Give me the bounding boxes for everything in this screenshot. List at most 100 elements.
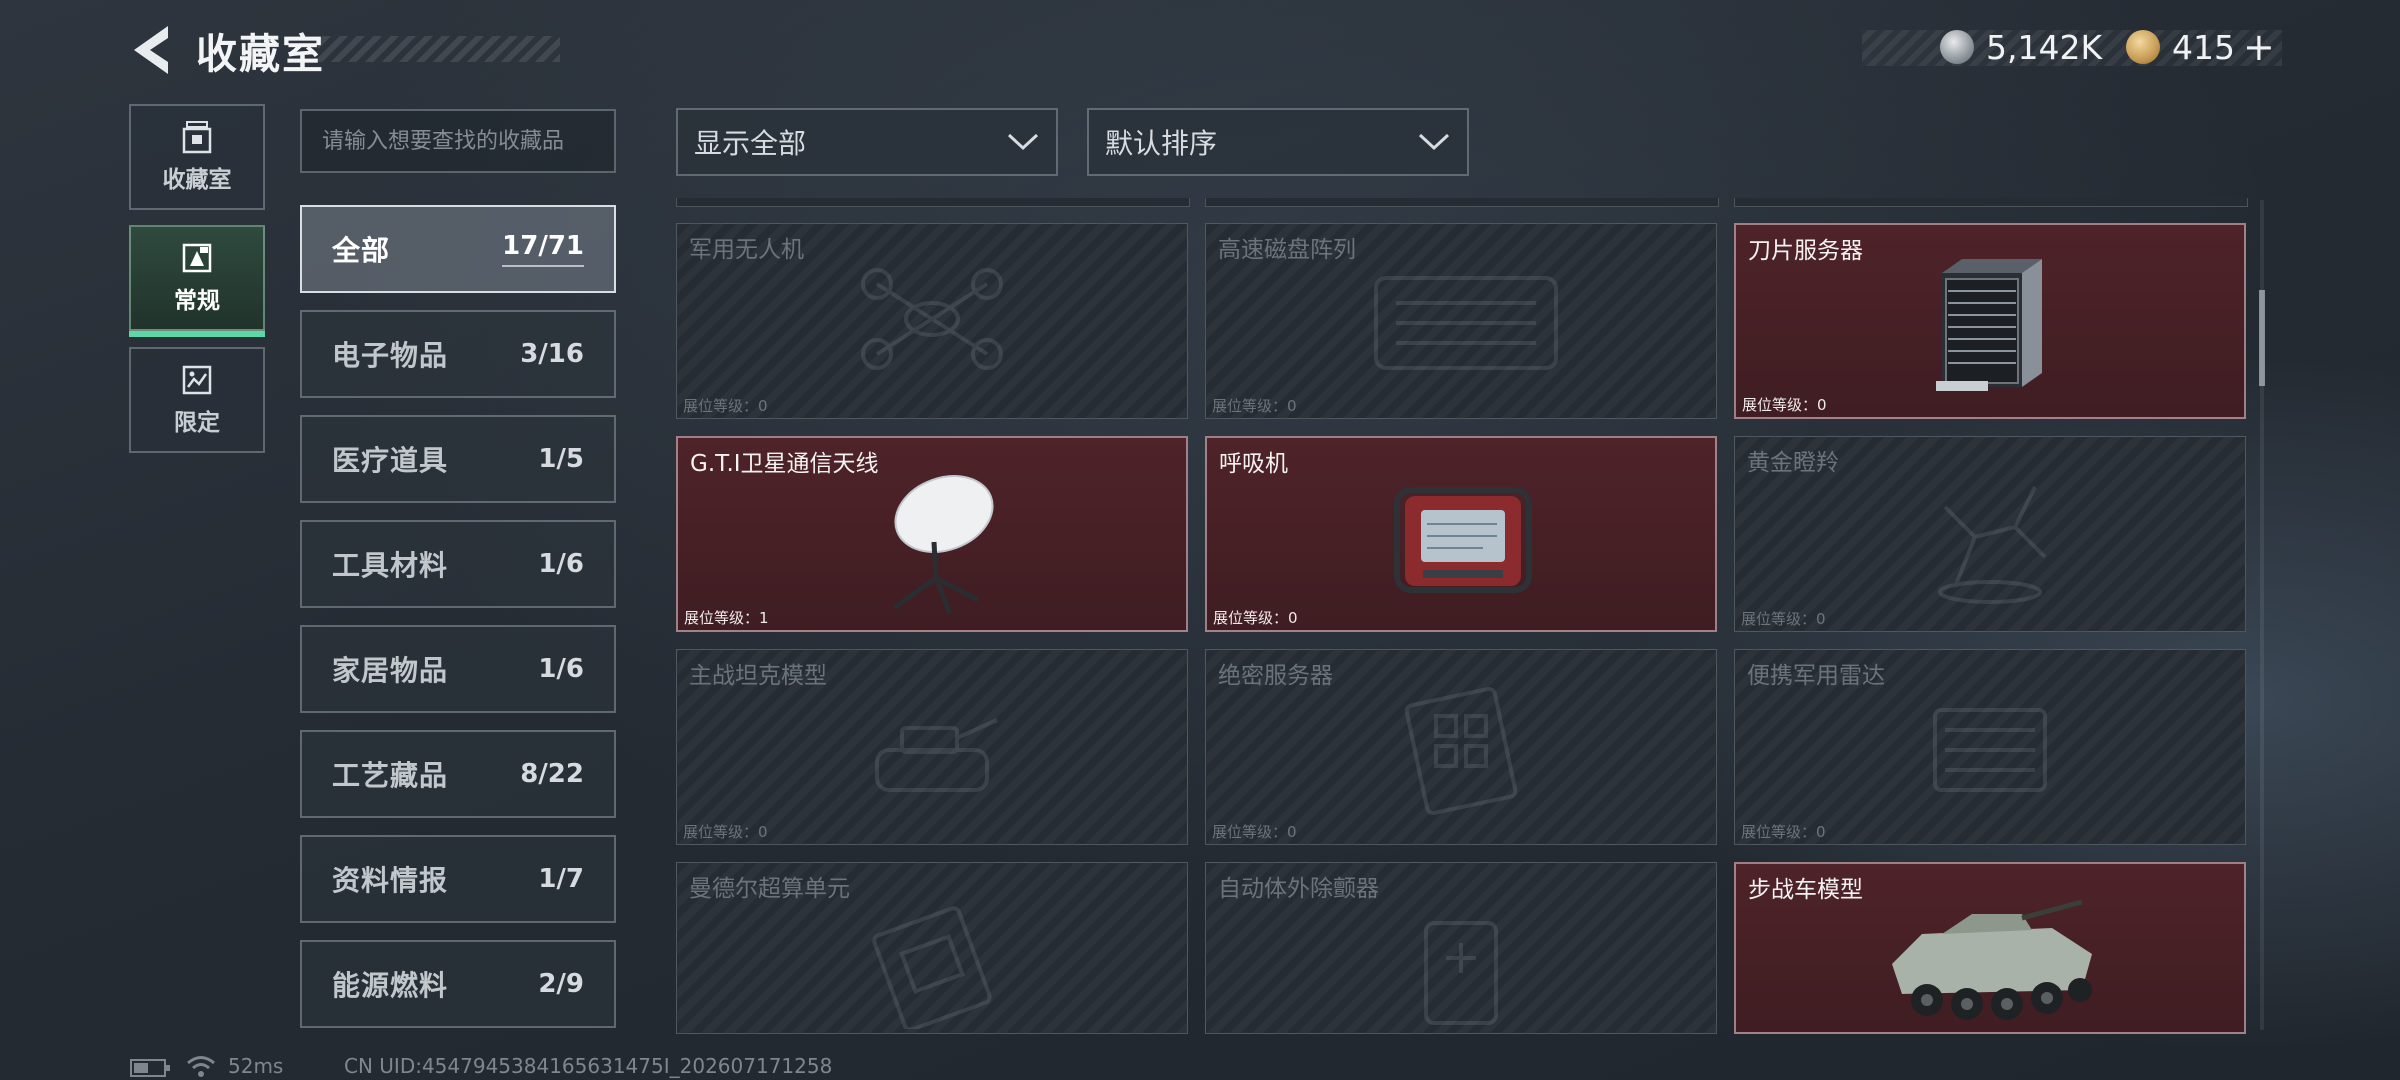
item-card-portable-radar[interactable]: 便携军用雷达 展位等级：0 <box>1734 649 2246 845</box>
category-medical[interactable]: 医疗道具 1/5 <box>300 415 616 503</box>
satellite-dish-icon <box>892 475 994 615</box>
category-energy[interactable]: 能源燃料 2/9 <box>300 940 616 1028</box>
category-tools[interactable]: 工具材料 1/6 <box>300 520 616 608</box>
category-name: 全部 <box>332 234 391 267</box>
item-card-ifv-model[interactable]: 步战车模型 <box>1734 862 2246 1034</box>
item-card-tank-model[interactable]: 主战坦克模型 展位等级：0 <box>676 649 1188 845</box>
sort-dropdown[interactable]: 默认排序 <box>1087 108 1469 176</box>
item-name: G.T.I卫星通信天线 <box>690 451 879 477</box>
item-level: 展位等级：1 <box>684 607 769 628</box>
item-card-ventilator[interactable]: 呼吸机 展位等级：0 <box>1205 436 1717 632</box>
item-name: 高速磁盘阵列 <box>1218 237 1356 263</box>
item-card-golden-gazelle[interactable]: 黄金瞪羚 展位等级：0 <box>1734 436 2246 632</box>
ifv-model-icon <box>1892 899 2092 1020</box>
back-button[interactable] <box>128 22 178 78</box>
title-decoration <box>318 36 560 62</box>
item-card-disk-array[interactable]: 高速磁盘阵列 展位等级：0 <box>1205 223 1717 419</box>
item-name: 刀片服务器 <box>1748 238 1863 264</box>
chevron-down-icon <box>1418 133 1450 151</box>
item-name: 步战车模型 <box>1748 877 1863 903</box>
item-level: 展位等级：0 <box>683 395 768 416</box>
item-level: 展位等级：0 <box>683 821 768 842</box>
item-name: 曼德尔超算单元 <box>689 876 850 902</box>
item-level: 展位等级：0 <box>1741 821 1826 842</box>
level-value: 0 <box>1816 823 1826 841</box>
level-label: 展位等级： <box>1212 397 1288 415</box>
category-electronics[interactable]: 电子物品 3/16 <box>300 310 616 398</box>
disk-array-icon <box>1374 276 1558 370</box>
grid-scrollbar-thumb[interactable] <box>2259 290 2265 386</box>
category-household[interactable]: 家居物品 1/6 <box>300 625 616 713</box>
item-name: 黄金瞪羚 <box>1747 450 1839 476</box>
category-name: 工具材料 <box>332 549 449 582</box>
currency-gold-value: 415 <box>2172 27 2235 67</box>
category-count: 2/9 <box>538 969 584 999</box>
category-name: 医疗道具 <box>332 444 449 477</box>
regular-icon <box>182 243 212 273</box>
level-label: 展位等级： <box>1212 823 1288 841</box>
level-value: 0 <box>1287 397 1297 415</box>
item-name: 绝密服务器 <box>1218 663 1333 689</box>
item-card-secret-server[interactable]: 绝密服务器 展位等级：0 <box>1205 649 1717 845</box>
item-level: 展位等级：0 <box>1213 607 1298 628</box>
level-label: 展位等级： <box>1741 610 1817 628</box>
category-count: 1/6 <box>538 549 584 579</box>
nav-tab-limited[interactable]: 限定 <box>129 347 265 453</box>
level-label: 展位等级： <box>683 397 759 415</box>
search-input[interactable] <box>300 109 616 173</box>
nav-tab-regular[interactable]: 常规 <box>129 225 265 337</box>
level-value: 0 <box>758 823 768 841</box>
level-value: 0 <box>1817 396 1827 414</box>
item-level: 展位等级：0 <box>1212 395 1297 416</box>
nav-tab-collection-room[interactable]: 收藏室 <box>129 104 265 210</box>
category-count: 17/71 <box>502 231 584 267</box>
ping-value: 52ms <box>228 1054 284 1078</box>
item-level: 展位等级：0 <box>1212 821 1297 842</box>
item-card-satellite-antenna[interactable]: G.T.I卫星通信天线 展位等级：1 <box>676 436 1188 632</box>
display-filter-value: 显示全部 <box>694 127 807 160</box>
currency-gold[interactable]: 415 + <box>2126 24 2275 70</box>
chevron-down-icon <box>1007 133 1039 151</box>
item-name: 呼吸机 <box>1219 451 1288 477</box>
uid-label: CN UID:4547945384165631475I_202607171258 <box>344 1054 833 1078</box>
item-name: 主战坦克模型 <box>689 663 827 689</box>
radar-icon <box>1933 708 2047 792</box>
item-card-mandel-supercomputer[interactable]: 曼德尔超算单元 <box>676 862 1188 1034</box>
collection-icon <box>182 121 212 154</box>
item-card-defibrillator[interactable]: 自动体外除颤器 <box>1205 862 1717 1034</box>
category-name: 电子物品 <box>332 339 449 372</box>
level-value: 0 <box>758 397 768 415</box>
category-count: 3/16 <box>520 339 584 369</box>
category-count: 1/5 <box>538 444 584 474</box>
category-intel[interactable]: 资料情报 1/7 <box>300 835 616 923</box>
gazelle-icon <box>1938 486 2047 604</box>
add-currency-button[interactable]: + <box>2243 25 2275 69</box>
item-level: 展位等级：0 <box>1742 394 1827 415</box>
nav-tab-label: 限定 <box>174 410 220 436</box>
nav-tab-label: 收藏室 <box>162 167 232 193</box>
defibrillator-icon <box>1424 921 1498 1025</box>
category-count: 1/6 <box>538 654 584 684</box>
category-count: 8/22 <box>520 759 584 789</box>
page-title: 收藏室 <box>196 30 325 78</box>
blade-server-icon <box>1936 259 2042 391</box>
category-name: 工艺藏品 <box>332 759 449 792</box>
wifi-icon <box>187 1056 215 1077</box>
category-all[interactable]: 全部 17/71 <box>300 205 616 293</box>
supercomputer-icon <box>872 906 992 1029</box>
category-name: 能源燃料 <box>332 969 449 1002</box>
display-filter-dropdown[interactable]: 显示全部 <box>676 108 1058 176</box>
level-value: 0 <box>1287 823 1297 841</box>
category-crafts[interactable]: 工艺藏品 8/22 <box>300 730 616 818</box>
level-value: 0 <box>1816 610 1826 628</box>
nav-tab-label: 常规 <box>174 288 220 314</box>
level-label: 展位等级： <box>1742 396 1818 414</box>
level-label: 展位等级： <box>683 823 759 841</box>
item-card-military-drone[interactable]: 军用无人机 展位等级：0 <box>676 223 1188 419</box>
item-card-blade-server[interactable]: 刀片服务器 展位等级：0 <box>1734 223 2246 419</box>
category-count: 1/7 <box>538 864 584 894</box>
level-label: 展位等级： <box>1741 823 1817 841</box>
grid-previous-row-edge <box>676 198 2266 208</box>
item-level: 展位等级：0 <box>1741 608 1826 629</box>
currency-silver: 5,142K <box>1940 24 2102 70</box>
